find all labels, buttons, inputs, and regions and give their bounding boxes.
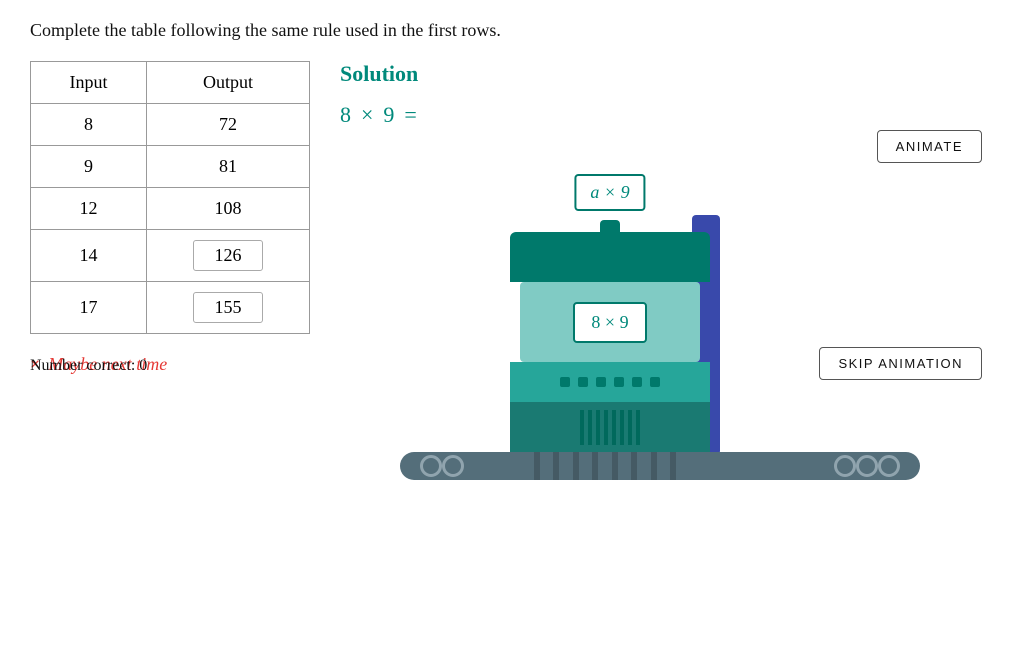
machine-top <box>510 232 710 282</box>
machine-knob <box>600 220 620 234</box>
table-row: 14 126 <box>31 230 310 282</box>
machine-dot <box>632 377 642 387</box>
vent-line <box>580 410 584 445</box>
eq-times: × <box>361 102 373 128</box>
number-correct: Number correct: 0 <box>30 357 147 375</box>
conveyor-circle <box>856 455 878 477</box>
eq-part-2: 9 <box>383 102 394 128</box>
output-cell: 81 <box>147 146 310 188</box>
machine-vent <box>510 402 710 452</box>
machine-dot <box>614 377 624 387</box>
vent-line <box>588 410 592 445</box>
output-cell-editable[interactable]: 155 <box>147 282 310 334</box>
vent-line <box>620 410 624 445</box>
vent-line <box>636 410 640 445</box>
input-cell: 14 <box>31 230 147 282</box>
stripe <box>592 452 598 480</box>
conveyor-circle <box>420 455 442 477</box>
left-panel: Input Output 8 72 9 81 <box>30 61 310 375</box>
main-container: Complete the table following the same ru… <box>0 0 1032 395</box>
table-row: 9 81 <box>31 146 310 188</box>
table-row: 17 155 <box>31 282 310 334</box>
conveyor-circle <box>834 455 856 477</box>
vent-line <box>612 410 616 445</box>
answer-input-2[interactable]: 155 <box>193 292 263 323</box>
input-cell: 17 <box>31 282 147 334</box>
conveyor-stripes <box>520 452 690 480</box>
col-input-header: Input <box>31 62 147 104</box>
instruction-text: Complete the table following the same ru… <box>30 20 1002 41</box>
formula-screen-box: 8 × 9 <box>573 302 646 343</box>
stripe <box>612 452 618 480</box>
formula-top-box: a × 9 <box>574 174 645 211</box>
input-cell: 12 <box>31 188 147 230</box>
solution-header: Solution <box>340 61 1002 87</box>
col-output-header: Output <box>147 62 310 104</box>
io-table: Input Output 8 72 9 81 <box>30 61 310 334</box>
stripe <box>651 452 657 480</box>
eq-part-1: 8 <box>340 102 351 128</box>
stripe <box>553 452 559 480</box>
input-cell: 8 <box>31 104 147 146</box>
output-cell: 72 <box>147 104 310 146</box>
table-row: 12 108 <box>31 188 310 230</box>
machine-dot <box>578 377 588 387</box>
machine-dot <box>650 377 660 387</box>
input-cell: 9 <box>31 146 147 188</box>
output-cell-editable[interactable]: 126 <box>147 230 310 282</box>
machine-illustration: a × 9 8 × 9 <box>400 100 920 540</box>
vent-line <box>596 410 600 445</box>
stripe <box>631 452 637 480</box>
vent-line <box>628 410 632 445</box>
conveyor-circle <box>442 455 464 477</box>
conveyor-circle <box>878 455 900 477</box>
formula-top-text: a <box>590 182 599 202</box>
machine-body-wrapper: a × 9 8 × 9 <box>510 224 710 452</box>
stripe <box>670 452 676 480</box>
output-cell: 108 <box>147 188 310 230</box>
machine-dot <box>596 377 606 387</box>
machine-dot <box>560 377 570 387</box>
table-row: 8 72 <box>31 104 310 146</box>
stripe <box>573 452 579 480</box>
machine-screen: 8 × 9 <box>520 282 700 362</box>
vent-line <box>604 410 608 445</box>
stripe <box>534 452 540 480</box>
machine-dots-row <box>510 362 710 402</box>
answer-input-1[interactable]: 126 <box>193 240 263 271</box>
